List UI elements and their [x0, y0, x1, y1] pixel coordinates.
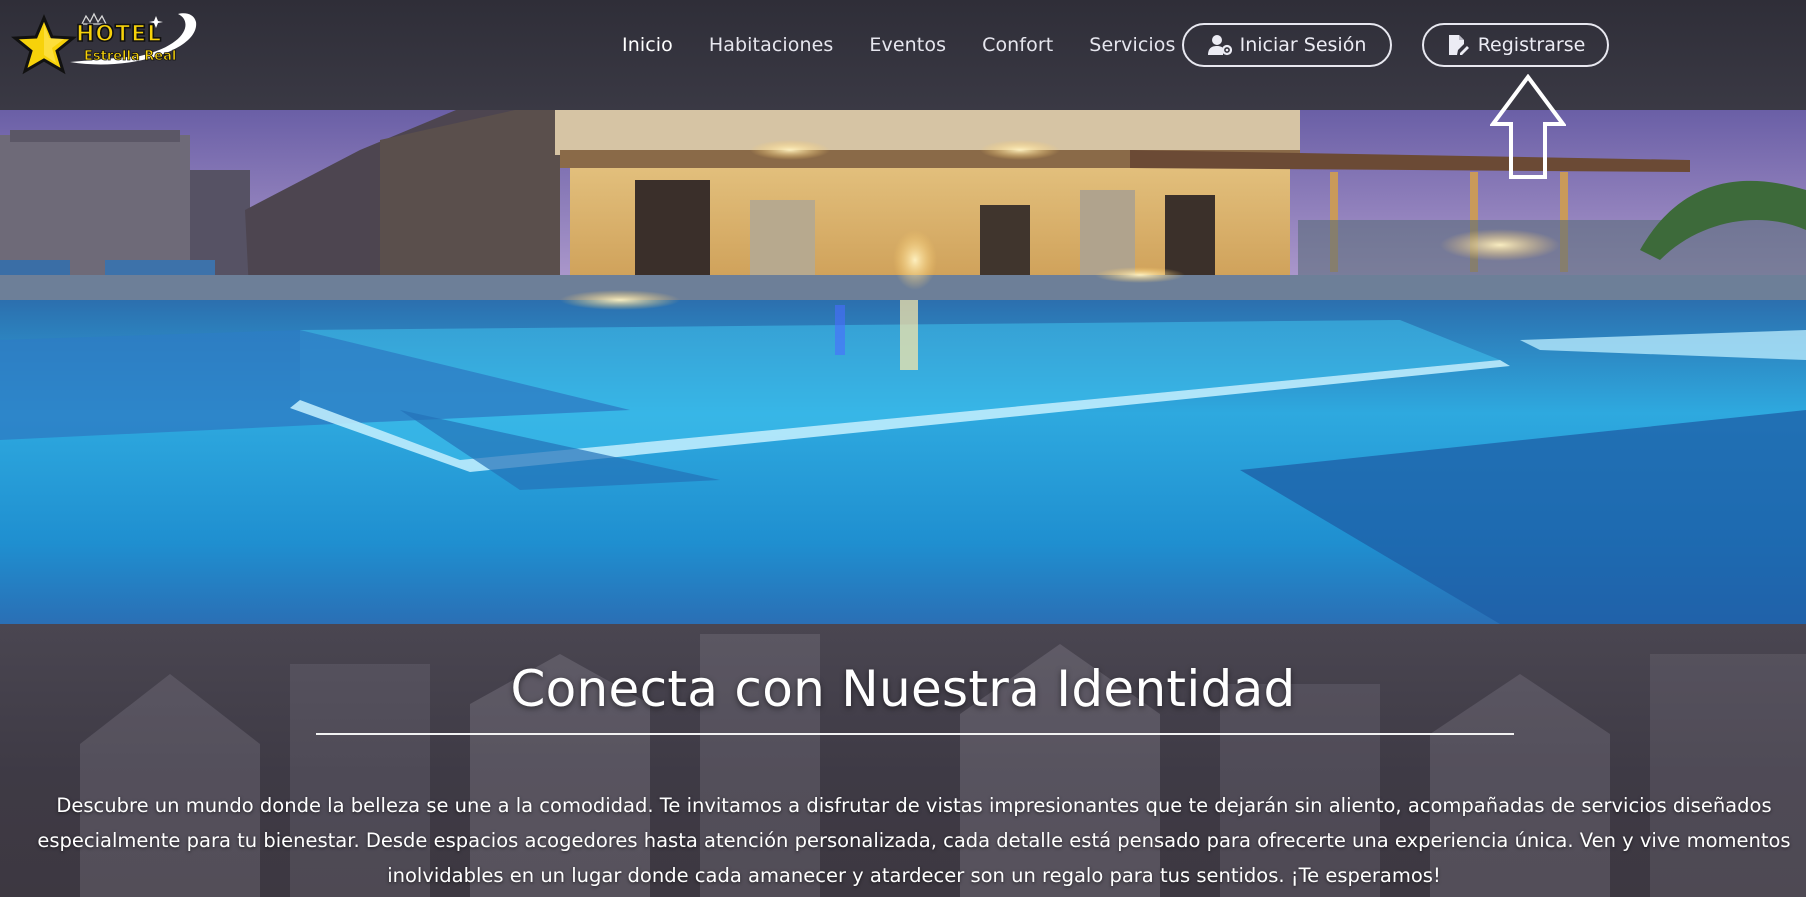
hotel-pool-night-photo	[0, 110, 1806, 624]
hotel-logo[interactable]: HOTEL Estrella Real	[10, 10, 200, 78]
user-gear-icon	[1207, 35, 1232, 56]
nav-link-inicio[interactable]: Inicio	[604, 30, 691, 60]
nav-link-confort[interactable]: Confort	[964, 30, 1071, 60]
register-button-label: Registrarse	[1477, 34, 1586, 56]
login-button[interactable]: Iniciar Sesión	[1182, 23, 1392, 67]
logo-text-hotel: HOTEL	[75, 21, 163, 48]
title-divider	[316, 733, 1514, 735]
nav-link-servicios[interactable]: Servicios	[1071, 30, 1193, 60]
up-arrow-icon	[1490, 74, 1566, 179]
hero-pool-image	[0, 110, 1806, 624]
identity-section: Conecta con Nuestra Identidad Descubre u…	[0, 624, 1806, 897]
register-button[interactable]: Registrarse	[1422, 23, 1609, 67]
nav-link-eventos[interactable]: Eventos	[851, 30, 964, 60]
main-nav: Inicio Habitaciones Eventos Confort Serv…	[604, 30, 1194, 60]
file-edit-icon	[1448, 35, 1469, 55]
logo-text-name: Estrella Real	[84, 49, 177, 65]
login-button-label: Iniciar Sesión	[1239, 34, 1367, 56]
nav-link-habitaciones[interactable]: Habitaciones	[691, 30, 852, 60]
identity-paragraph: Descubre un mundo donde la belleza se un…	[37, 794, 1791, 887]
identity-title: Conecta con Nuestra Identidad	[510, 660, 1296, 718]
